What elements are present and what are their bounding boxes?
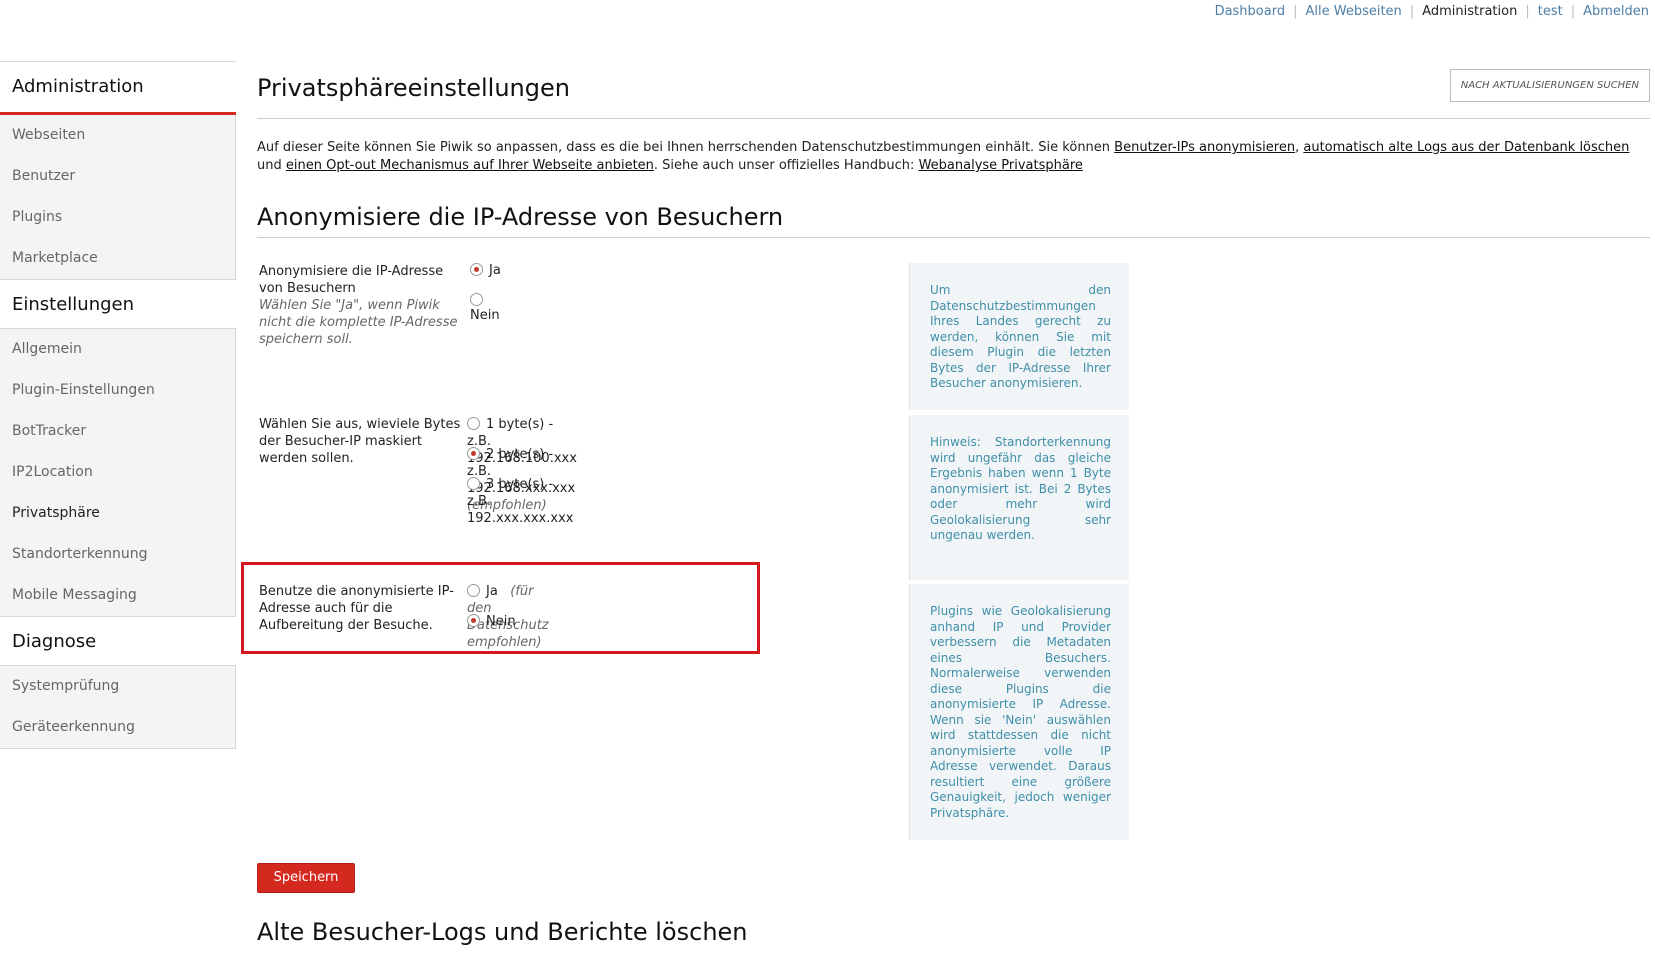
anonymize-ip-help: Wählen Sie "Ja", wenn Piwik nicht die ko… — [259, 298, 458, 347]
info-box-geolocation-hint: Hinweis: Standorterkennung wird ungefähr… — [909, 415, 1129, 580]
sidebar-item-systempruefung[interactable]: Systemprüfung — [0, 666, 236, 707]
highlight-box — [241, 562, 760, 654]
sidebar-heading-diagnose: Diagnose — [0, 616, 236, 666]
link-opt-out[interactable]: einen Opt-out Mechanismus auf Ihrer Webs… — [286, 158, 654, 173]
sidebar-item-plugin-einstellungen[interactable]: Plugin-Einstellungen — [0, 370, 236, 411]
sidebar-item-mobile-messaging[interactable]: Mobile Messaging — [0, 575, 236, 616]
anonymize-ip-label: Anonymisiere die IP-Adresse von Besucher… — [259, 264, 444, 296]
nav-administration[interactable]: Administration — [1422, 4, 1517, 19]
section-title-anonymize: Anonymisiere die IP-Adresse von Besucher… — [257, 203, 1650, 238]
link-privacy-guide[interactable]: Webanalyse Privatsphäre — [919, 158, 1083, 173]
main-content: Privatsphäreeinstellungen Nach Aktualisi… — [257, 61, 1650, 238]
anonymize-ip-no[interactable]: Nein — [470, 293, 500, 323]
sidebar-item-benutzer[interactable]: Benutzer — [0, 156, 236, 197]
mask-bytes-option-1[interactable]: 1 byte(s) - z.B. 192.168.100.xxx — [467, 416, 577, 466]
nav-logout[interactable]: Abmelden — [1583, 4, 1649, 19]
sidebar-item-ip2location[interactable]: IP2Location — [0, 452, 236, 493]
anonymize-ip-yes[interactable]: Ja — [470, 263, 501, 278]
save-button[interactable]: Speichern — [257, 863, 355, 893]
intro-text: Auf dieser Seite können Sie Piwik so anp… — [257, 140, 1630, 173]
sidebar-item-webseiten[interactable]: Webseiten — [0, 115, 236, 156]
sidebar-heading-administration: Administration — [0, 62, 236, 115]
sidebar-item-bottracker[interactable]: BotTracker — [0, 411, 236, 452]
link-delete-old-logs[interactable]: automatisch alte Logs aus der Datenbank … — [1303, 140, 1629, 155]
sidebar-item-geraeteerkennung[interactable]: Geräteerkennung — [0, 707, 236, 749]
link-anonymize-ips[interactable]: Benutzer-IPs anonymisieren — [1114, 140, 1295, 155]
section-title-delete-logs: Alte Besucher-Logs und Berichte löschen — [257, 918, 748, 946]
check-updates-button[interactable]: Nach Aktualisierungen suchen — [1449, 69, 1650, 102]
info-box-anonymized-usage: Plugins wie Geolokalisierung anhand IP u… — [909, 584, 1129, 840]
admin-sidebar: Administration Webseiten Benutzer Plugin… — [0, 61, 236, 749]
sidebar-item-marketplace[interactable]: Marketplace — [0, 238, 236, 279]
top-navigation: Dashboard | Alle Webseiten | Administration |… — [1214, 4, 1649, 19]
radio-icon[interactable] — [467, 447, 480, 460]
nav-user[interactable]: test — [1538, 4, 1563, 19]
sidebar-item-plugins[interactable]: Plugins — [0, 197, 236, 238]
sidebar-item-allgemein[interactable]: Allgemein — [0, 329, 236, 370]
radio-no-icon[interactable] — [470, 293, 483, 306]
sidebar-heading-einstellungen: Einstellungen — [0, 279, 236, 329]
info-box-anonymize: Um den Datenschutzbestimmungen Ihres Lan… — [909, 263, 1129, 410]
sidebar-item-standorterkennung[interactable]: Standorterkennung — [0, 534, 236, 575]
radio-yes-icon[interactable] — [470, 263, 483, 276]
nav-all-websites[interactable]: Alle Webseiten — [1305, 4, 1401, 19]
sidebar-item-privatsphaere[interactable]: Privatsphäre — [0, 493, 236, 534]
nav-dashboard[interactable]: Dashboard — [1215, 4, 1286, 19]
radio-icon[interactable] — [467, 417, 480, 430]
mask-bytes-label: Wählen Sie aus, wieviele Bytes der Besuc… — [259, 417, 461, 466]
page-title: Privatsphäreeinstellungen — [257, 61, 1650, 119]
radio-icon[interactable] — [467, 477, 480, 490]
